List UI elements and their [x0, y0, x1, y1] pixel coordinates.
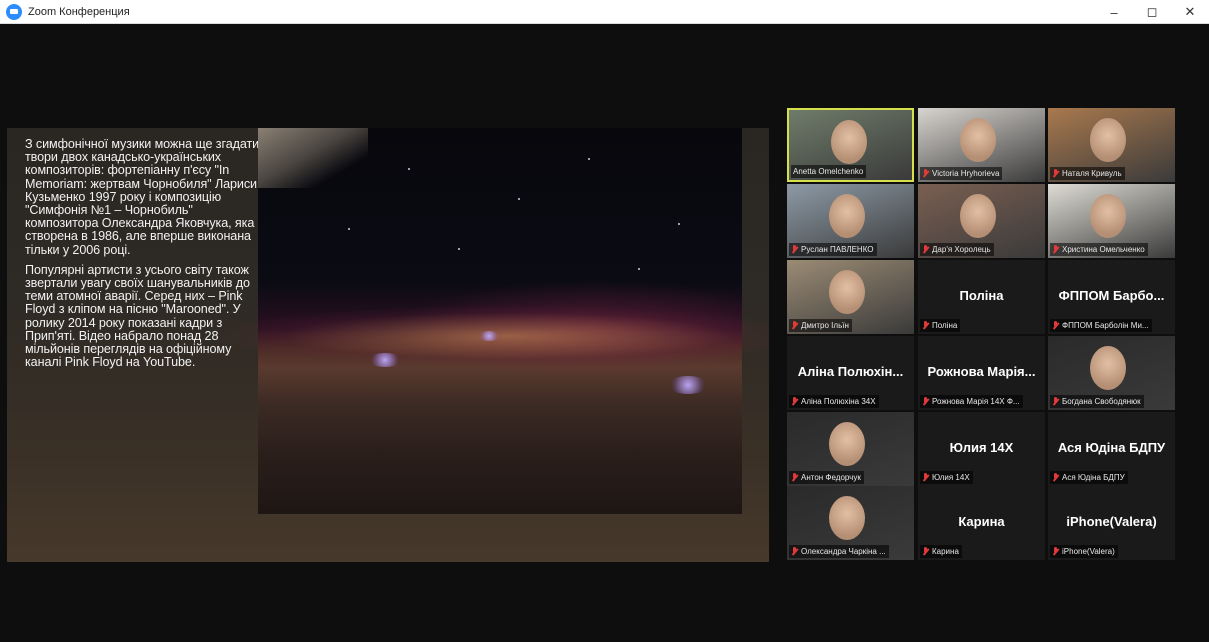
participant-face	[829, 496, 865, 540]
mic-muted-icon	[922, 473, 929, 482]
participant-name: Anetta Omelchenko	[793, 167, 864, 176]
participant-name-label: Юлия 14Х	[920, 471, 973, 484]
participant-name: Дмитро Ільїн	[801, 321, 849, 330]
participant-tile[interactable]: Богдана Свободянюк	[1048, 336, 1175, 410]
participant-name: Антон Федорчук	[801, 473, 861, 482]
mic-muted-icon	[791, 397, 798, 406]
participant-name: Руслан ПАВЛЕНКО	[801, 245, 874, 254]
maximize-button[interactable]: ◻	[1133, 0, 1171, 24]
participant-face	[960, 118, 996, 162]
participant-tile[interactable]: Anetta Omelchenko	[787, 108, 914, 182]
participant-face	[829, 270, 865, 314]
participant-tile[interactable]: iPhone(Valera) iPhone(Valera)	[1048, 486, 1175, 560]
minimize-button[interactable]: –	[1095, 0, 1133, 24]
participant-name: Поліна	[932, 321, 958, 330]
participant-tile[interactable]: Олександра Чаркіна ...	[787, 486, 914, 560]
participant-name-label: Руслан ПАВЛЕНКО	[789, 243, 877, 256]
window-title: Zoom Конференция	[28, 5, 130, 18]
participant-name: Аліна Полюхіна 34Х	[801, 397, 876, 406]
participant-name: Рожнова Марія 14Х Ф...	[932, 397, 1020, 406]
mic-muted-icon	[1052, 321, 1059, 330]
mic-muted-icon	[1052, 547, 1059, 556]
participant-name-label: Anetta Omelchenko	[791, 165, 867, 178]
participant-display-name: Аліна Полюхін...	[797, 364, 904, 379]
participant-name-label: ФППОМ Барболін Ми...	[1050, 319, 1152, 332]
mic-muted-icon	[1052, 473, 1059, 482]
mic-muted-icon	[922, 397, 929, 406]
participant-face	[1090, 346, 1126, 390]
participant-name: Карина	[932, 547, 959, 556]
participant-name: Христина Омельченко	[1062, 245, 1145, 254]
participant-display-name: Юлия 14Х	[949, 440, 1014, 455]
participant-tile[interactable]: Юлия 14Х Юлия 14Х	[918, 412, 1045, 486]
participant-name-label: Дар'я Хоролець	[920, 243, 994, 256]
participant-name-label: Олександра Чаркіна ...	[789, 545, 889, 558]
participant-name-label: Ася Юдіна БДПУ	[1050, 471, 1128, 484]
participant-tile[interactable]: Рожнова Марія... Рожнова Марія 14Х Ф...	[918, 336, 1045, 410]
mic-muted-icon	[1052, 245, 1059, 254]
participant-name-label: Наталя Кривуль	[1050, 167, 1125, 180]
participant-name: ФППОМ Барболін Ми...	[1062, 321, 1149, 330]
close-button[interactable]: ✕	[1171, 0, 1209, 24]
participant-name-label: Антон Федорчук	[789, 471, 864, 484]
participant-tile[interactable]: Дмитро Ільїн	[787, 260, 914, 334]
participant-gallery: Anetta Omelchenko Victoria Hryhorieva Ната…	[0, 24, 1209, 642]
mic-muted-icon	[1052, 397, 1059, 406]
participant-name: iPhone(Valera)	[1062, 547, 1115, 556]
mic-muted-icon	[922, 547, 929, 556]
participant-display-name: Ася Юдіна БДПУ	[1057, 440, 1166, 455]
participant-name-label: Дмитро Ільїн	[789, 319, 852, 332]
participant-name-label: Христина Омельченко	[1050, 243, 1148, 256]
participant-tile[interactable]: Дар'я Хоролець	[918, 184, 1045, 258]
participant-name-label: Поліна	[920, 319, 961, 332]
mic-muted-icon	[791, 473, 798, 482]
participant-tile[interactable]: Христина Омельченко	[1048, 184, 1175, 258]
window-titlebar: Zoom Конференция – ◻ ✕	[0, 0, 1209, 24]
participant-tile[interactable]: Карина Карина	[918, 486, 1045, 560]
participant-face	[1090, 194, 1126, 238]
mic-muted-icon	[922, 169, 929, 178]
participant-name: Олександра Чаркіна ...	[801, 547, 886, 556]
participant-tile[interactable]: Антон Федорчук	[787, 412, 914, 486]
window-controls: – ◻ ✕	[1095, 0, 1209, 24]
mic-muted-icon	[1052, 169, 1059, 178]
zoom-logo-icon	[6, 3, 22, 20]
participant-name-label: Victoria Hryhorieva	[920, 167, 1003, 180]
mic-muted-icon	[922, 245, 929, 254]
participant-name-label: Карина	[920, 545, 962, 558]
participant-tile[interactable]: ФППОМ Барбо... ФППОМ Барболін Ми...	[1048, 260, 1175, 334]
participant-name: Дар'я Хоролець	[932, 245, 991, 254]
mic-muted-icon	[791, 245, 798, 254]
participant-tile[interactable]: Ася Юдіна БДПУ Ася Юдіна БДПУ	[1048, 412, 1175, 486]
participant-face	[829, 194, 865, 238]
participant-name: Наталя Кривуль	[1062, 169, 1122, 178]
mic-muted-icon	[791, 547, 798, 556]
participant-tile[interactable]: Руслан ПАВЛЕНКО	[787, 184, 914, 258]
participant-tile[interactable]: Аліна Полюхін... Аліна Полюхіна 34Х	[787, 336, 914, 410]
participant-name-label: iPhone(Valera)	[1050, 545, 1118, 558]
participant-tile[interactable]: Наталя Кривуль	[1048, 108, 1175, 182]
participant-face	[829, 422, 865, 466]
participant-display-name: ФППОМ Барбо...	[1058, 288, 1165, 303]
participant-tile[interactable]: Victoria Hryhorieva	[918, 108, 1045, 182]
participant-face	[831, 120, 867, 164]
participant-name-label: Аліна Полюхіна 34Х	[789, 395, 879, 408]
participant-name-label: Рожнова Марія 14Х Ф...	[920, 395, 1023, 408]
participant-display-name: Карина	[958, 514, 1005, 529]
participant-tile[interactable]: Поліна Поліна	[918, 260, 1045, 334]
participant-face	[960, 194, 996, 238]
participant-name: Victoria Hryhorieva	[932, 169, 1000, 178]
participant-name: Юлия 14Х	[932, 473, 970, 482]
participant-name: Ася Юдіна БДПУ	[1062, 473, 1125, 482]
participant-display-name: Поліна	[959, 288, 1004, 303]
participant-display-name: iPhone(Valera)	[1066, 514, 1157, 529]
meeting-stage: З симфонічної музики можна ще згадати тв…	[0, 24, 1209, 642]
participant-display-name: Рожнова Марія...	[927, 364, 1036, 379]
participant-name-label: Богдана Свободянюк	[1050, 395, 1144, 408]
mic-muted-icon	[791, 321, 798, 330]
participant-face	[1090, 118, 1126, 162]
participant-name: Богдана Свободянюк	[1062, 397, 1141, 406]
mic-muted-icon	[922, 321, 929, 330]
